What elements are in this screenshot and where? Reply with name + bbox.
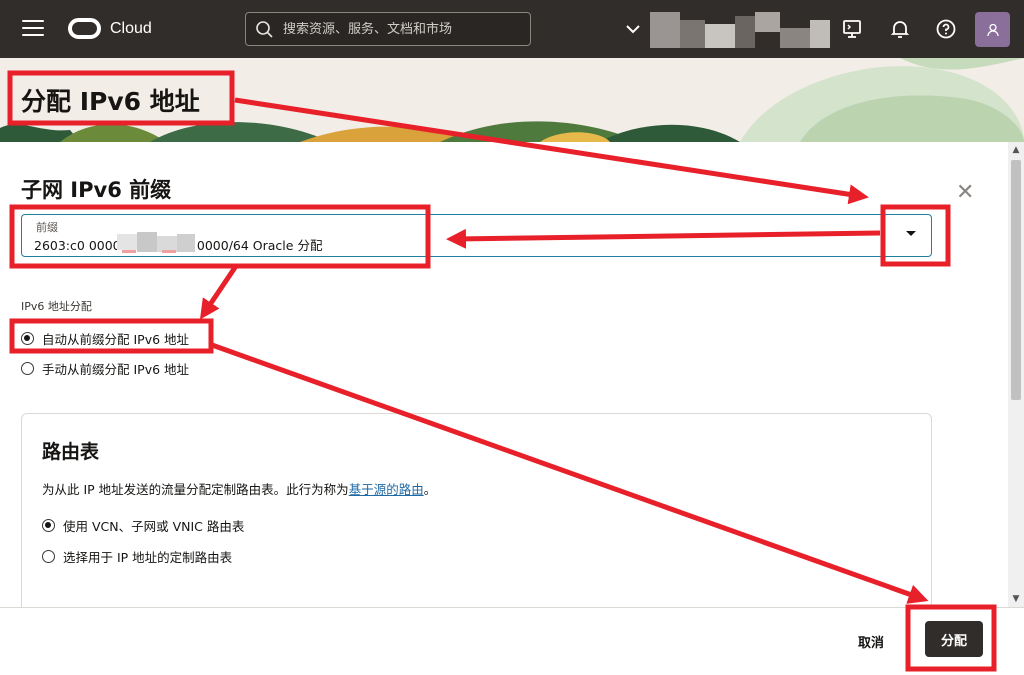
redacted-prefix-segment [117, 232, 197, 254]
route-table-description: 为从此 IP 地址发送的流量分配定制路由表。此行为称为基于源的路由。 [42, 479, 436, 498]
prefix-select[interactable]: 前缀 2603:c0 0000:0000:0000:0000/64 Oracle… [21, 214, 932, 257]
cancel-button[interactable]: 取消 [858, 632, 884, 651]
prefix-select-label: 前缀 [36, 221, 58, 234]
radio-selected-icon[interactable] [42, 519, 55, 532]
menu-icon[interactable] [22, 20, 44, 38]
redacted-region-name [650, 10, 830, 50]
vertical-scrollbar[interactable]: ▲ ▼ [1008, 142, 1024, 607]
scroll-down-icon[interactable]: ▼ [1011, 594, 1021, 604]
route-table-title: 路由表 [42, 441, 100, 463]
cloud-shell-icon[interactable] [840, 17, 864, 41]
close-icon[interactable]: ✕ [956, 180, 974, 205]
user-avatar-icon[interactable] [975, 12, 1010, 47]
route-table-card [21, 413, 932, 613]
radio-selected-icon[interactable] [21, 332, 34, 345]
dropdown-caret-icon[interactable] [906, 231, 916, 236]
route-desc-suffix: 。 [423, 482, 437, 497]
radio-unselected-icon[interactable] [42, 550, 55, 563]
panel-title: 分配 IPv6 地址 [21, 87, 200, 116]
allocation-label: IPv6 地址分配 [21, 300, 92, 313]
radio-use-vcn-label: 使用 VCN、子网或 VNIC 路由表 [63, 519, 245, 534]
radio-auto-assign[interactable]: 自动从前缀分配 IPv6 地址 [21, 329, 189, 348]
radio-custom-route-table[interactable]: 选择用于 IP 地址的定制路由表 [42, 547, 232, 566]
bell-icon[interactable] [888, 17, 912, 41]
help-icon[interactable] [934, 17, 958, 41]
radio-manual-assign[interactable]: 手动从前缀分配 IPv6 地址 [21, 359, 189, 378]
assign-button[interactable]: 分配 [925, 621, 983, 657]
radio-unselected-icon[interactable] [21, 362, 34, 375]
search-icon [256, 20, 273, 38]
top-header: Cloud [0, 0, 1024, 58]
search-input[interactable] [283, 21, 513, 37]
oracle-cloud-logo[interactable]: Cloud [68, 18, 152, 39]
radio-use-vcn-route-table[interactable]: 使用 VCN、子网或 VNIC 路由表 [42, 516, 244, 535]
source-based-routing-link[interactable]: 基于源的路由 [349, 482, 424, 497]
region-dropdown-chevron-icon[interactable] [626, 19, 640, 38]
route-desc-text: 为从此 IP 地址发送的流量分配定制路由表。此行为称为 [42, 482, 349, 497]
oracle-logo-icon [68, 18, 101, 39]
brand-label: Cloud [110, 19, 152, 37]
radio-manual-assign-label: 手动从前缀分配 IPv6 地址 [42, 362, 190, 377]
radio-auto-assign-label: 自动从前缀分配 IPv6 地址 [42, 332, 190, 347]
search-box[interactable] [245, 12, 531, 46]
prefix-section-title: 子网 IPv6 前缀 [21, 178, 172, 202]
scroll-up-icon[interactable]: ▲ [1011, 145, 1021, 155]
radio-custom-label: 选择用于 IP 地址的定制路由表 [63, 550, 233, 565]
scrollbar-thumb[interactable] [1011, 160, 1021, 400]
